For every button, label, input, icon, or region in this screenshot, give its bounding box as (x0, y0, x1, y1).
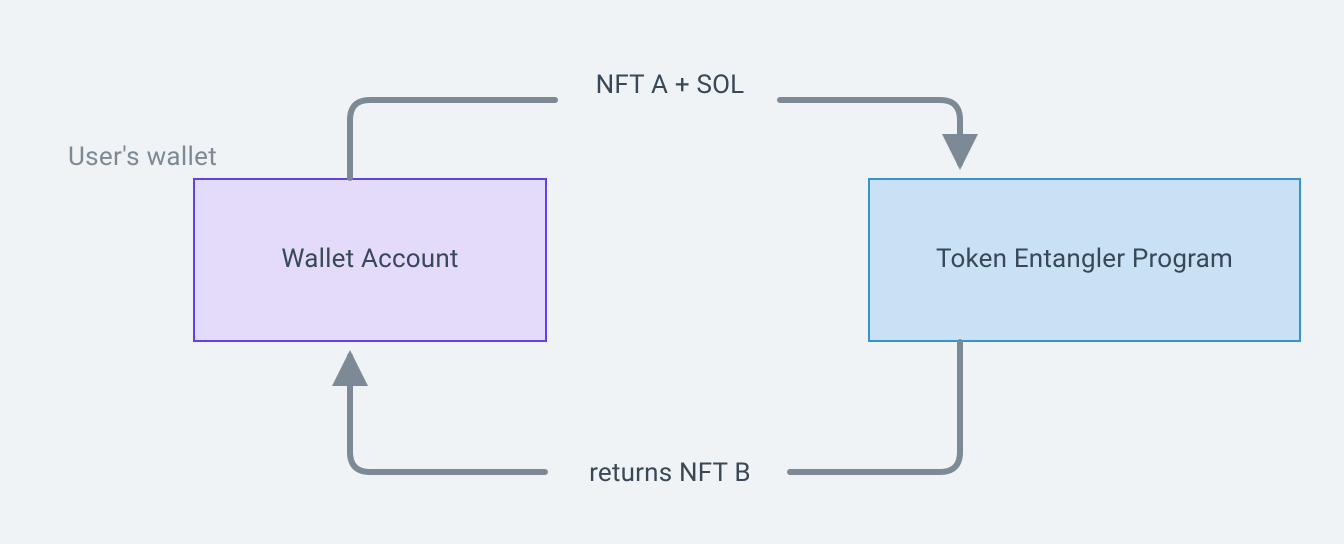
wallet-caption: User's wallet (68, 142, 217, 172)
wallet-account-node: Wallet Account (193, 178, 547, 342)
edge-label-send: NFT A + SOL (570, 68, 770, 103)
edge-wallet-to-program (350, 100, 960, 178)
edge-label-return: returns NFT B (555, 456, 785, 491)
token-entangler-label: Token Entangler Program (936, 242, 1233, 277)
wallet-account-label: Wallet Account (281, 242, 458, 277)
edge-program-to-wallet (350, 342, 960, 472)
diagram-canvas: User's wallet Wallet Account Token Entan… (0, 0, 1344, 544)
token-entangler-node: Token Entangler Program (868, 178, 1301, 342)
